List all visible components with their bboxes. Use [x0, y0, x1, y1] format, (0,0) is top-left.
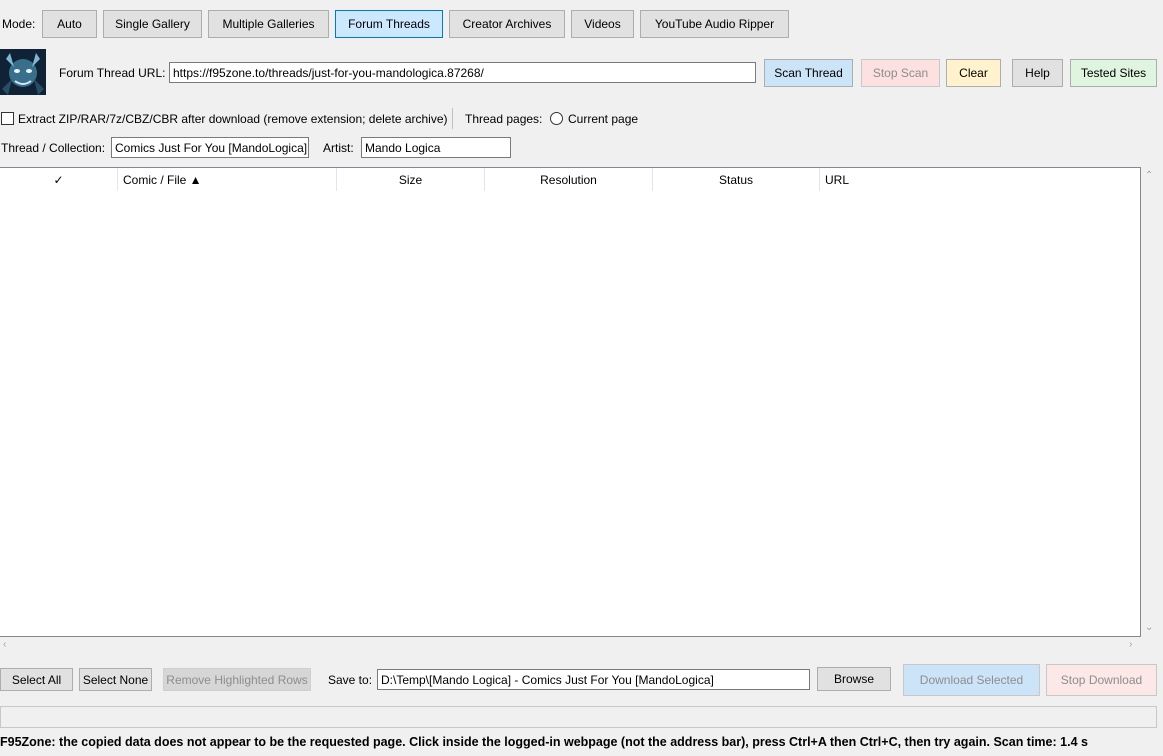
download-selected-button[interactable]: Download Selected [903, 664, 1040, 696]
help-button[interactable]: Help [1012, 59, 1063, 87]
current-page-radio[interactable] [550, 112, 563, 125]
column-header-resolution[interactable]: Resolution [485, 168, 653, 191]
mode-youtube-audio-ripper-button[interactable]: YouTube Audio Ripper [640, 10, 789, 38]
scroll-right-icon[interactable]: › [1129, 639, 1132, 650]
scroll-left-icon[interactable]: ‹ [3, 639, 6, 650]
select-none-button[interactable]: Select None [79, 668, 152, 691]
column-header-url[interactable]: URL [820, 168, 1140, 191]
stop-download-button[interactable]: Stop Download [1046, 664, 1157, 696]
mode-videos-button[interactable]: Videos [571, 10, 634, 38]
comics-table[interactable]: ✓ Comic / File ▲ Size Resolution Status … [0, 167, 1141, 637]
mode-single-gallery-button[interactable]: Single Gallery [103, 10, 202, 38]
extract-label: Extract ZIP/RAR/7z/CBZ/CBR after downloa… [18, 112, 448, 126]
current-page-label: Current page [568, 112, 639, 126]
save-to-label: Save to: [328, 673, 373, 687]
thread-url-input[interactable]: https://f95zone.to/threads/just-for-you-… [169, 62, 756, 83]
column-header-size[interactable]: Size [337, 168, 485, 191]
scroll-down-icon[interactable]: ⌄ [1145, 622, 1153, 633]
mode-label: Mode: [2, 17, 36, 31]
extract-checkbox[interactable] [1, 112, 14, 125]
mode-forum-threads-button[interactable]: Forum Threads [335, 10, 443, 38]
column-header-status[interactable]: Status [653, 168, 820, 191]
thread-pages-label: Thread pages: [465, 112, 543, 126]
select-all-button[interactable]: Select All [0, 668, 73, 691]
save-to-input[interactable]: D:\Temp\[Mando Logica] - Comics Just For… [377, 669, 810, 690]
mode-auto-button[interactable]: Auto [42, 10, 97, 38]
stop-scan-button[interactable]: Stop Scan [861, 59, 940, 87]
artist-label: Artist: [323, 141, 354, 155]
column-header-check[interactable]: ✓ [0, 168, 118, 191]
artist-input[interactable]: Mando Logica [361, 137, 511, 158]
mode-creator-archives-button[interactable]: Creator Archives [449, 10, 565, 38]
status-message: F95Zone: the copied data does not appear… [0, 735, 1088, 749]
progress-bar [0, 706, 1157, 728]
scroll-up-icon[interactable]: ⌃ [1145, 170, 1153, 181]
options-separator [452, 108, 453, 129]
column-header-comic-file[interactable]: Comic / File ▲ [118, 168, 337, 191]
browse-button[interactable]: Browse [817, 667, 891, 691]
app-logo [0, 49, 46, 95]
scan-thread-button[interactable]: Scan Thread [764, 59, 853, 87]
thread-collection-label: Thread / Collection: [1, 141, 106, 155]
thread-collection-input[interactable]: Comics Just For You [MandoLogica] [111, 137, 309, 158]
remove-highlighted-rows-button[interactable]: Remove Highlighted Rows [163, 668, 311, 691]
tested-sites-button[interactable]: Tested Sites [1070, 59, 1157, 87]
thread-url-label: Forum Thread URL: [59, 66, 166, 80]
clear-button[interactable]: Clear [946, 59, 1001, 87]
mode-multiple-galleries-button[interactable]: Multiple Galleries [208, 10, 329, 38]
